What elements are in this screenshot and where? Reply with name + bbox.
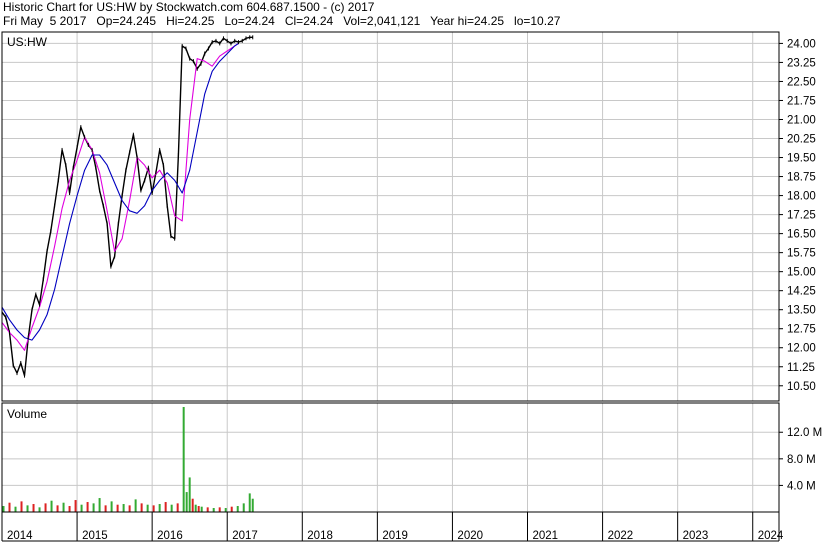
volume-bar <box>68 506 71 512</box>
y-tick-label: 17.25 <box>787 210 816 222</box>
volume-bar <box>140 503 143 512</box>
y-tick-label: 18.75 <box>787 172 816 184</box>
volume-bar <box>248 493 251 512</box>
volume-bar <box>44 503 47 512</box>
volume-bar <box>206 507 209 512</box>
x-tick-label: 2015 <box>82 530 108 542</box>
y-tick-label: 21.00 <box>787 114 816 126</box>
label-layer: 2014 2015 2016 2017 2018 2019 2020 2021 2022 2023… <box>7 35 822 542</box>
x-tick-label: 2018 <box>307 530 333 542</box>
volume-bar <box>92 503 95 512</box>
volume-bar <box>116 504 119 512</box>
volume-bar <box>152 505 155 512</box>
volume-bar <box>50 500 53 512</box>
y-tick-label: 12.00 <box>787 343 816 355</box>
y-tick-label: 15.75 <box>787 248 816 260</box>
x-tick-label: 2017 <box>232 530 258 542</box>
volume-bar <box>128 505 131 512</box>
y-tick-label: 10.50 <box>787 381 816 393</box>
y-tick-label: 23.25 <box>787 57 816 69</box>
y-tick-label: 13.50 <box>787 305 816 317</box>
x-tick-label: 2021 <box>533 530 559 542</box>
y-tick-label: 15.00 <box>787 267 816 279</box>
y-tick-label: 14.25 <box>787 286 816 298</box>
volume-tick-label: 4.0 M <box>787 480 816 492</box>
volume-bar <box>185 492 188 512</box>
volume-bar <box>2 506 5 512</box>
volume-bar <box>38 507 41 512</box>
y-tick-label: 22.50 <box>787 76 816 88</box>
volume-bar <box>104 505 107 512</box>
volume-bar <box>62 502 65 512</box>
volume-bar <box>230 506 233 512</box>
y-tick-label: 21.75 <box>787 95 816 107</box>
y-tick-label: 11.25 <box>787 362 815 374</box>
price-series <box>1 36 253 377</box>
volume-bar <box>197 506 200 512</box>
volume-bar <box>236 506 239 512</box>
volume-bar <box>170 504 173 512</box>
volume-title: Volume <box>7 407 47 421</box>
x-tick-label: 2014 <box>7 530 33 542</box>
volume-bar <box>146 504 149 512</box>
ticker-label: US:HW <box>7 35 48 49</box>
volume-bar <box>80 504 83 512</box>
volume-bar <box>224 508 227 512</box>
volume-bar <box>200 506 203 512</box>
volume-tick-label: 8.0 M <box>787 454 816 466</box>
y-tick-label: 12.75 <box>787 324 816 336</box>
y-tick-label: 24.00 <box>787 38 816 50</box>
stock-chart: 2014 2015 2016 2017 2018 2019 2020 2021 2022 2023… <box>1 31 822 542</box>
volume-bar <box>164 502 167 512</box>
volume-bar <box>218 507 221 512</box>
x-tick-label: 2020 <box>457 530 483 542</box>
volume-bar <box>134 499 137 512</box>
volume-bar <box>158 504 161 512</box>
volume-bar <box>86 502 89 512</box>
x-tick-label: 2016 <box>157 530 183 542</box>
volume-bar <box>251 498 254 512</box>
volume-panel-frame <box>1 402 780 513</box>
volume-bar <box>32 504 35 512</box>
volume-bar <box>56 505 59 512</box>
grid-layer <box>1 32 779 512</box>
volume-layer <box>2 406 254 512</box>
x-tick-label: 2022 <box>608 530 634 542</box>
volume-bar <box>191 498 194 512</box>
x-tick-label: 2024 <box>758 530 784 542</box>
volume-bar <box>242 503 245 512</box>
volume-bar <box>14 506 17 512</box>
volume-bar <box>74 500 77 512</box>
volume-bar <box>122 504 125 512</box>
volume-bar <box>110 501 113 512</box>
y-tick-label: 16.50 <box>787 229 816 241</box>
ma-long-series <box>1 42 239 341</box>
volume-tick-label: 12.0 M <box>787 427 822 439</box>
volume-bar <box>182 406 185 512</box>
y-tick-label: 19.50 <box>787 153 816 165</box>
volume-bar <box>188 477 191 512</box>
volume-bar <box>26 505 29 512</box>
volume-bar <box>20 501 23 512</box>
frame-layer <box>1 31 783 542</box>
price-panel-frame <box>1 31 780 402</box>
volume-bar <box>8 502 11 512</box>
volume-bar <box>194 504 197 512</box>
volume-bar <box>98 498 101 512</box>
volume-bar <box>176 503 179 512</box>
y-tick-label: 20.25 <box>787 134 816 146</box>
series-layer <box>1 35 254 378</box>
x-tick-label: 2023 <box>683 530 709 542</box>
x-tick-label: 2019 <box>382 530 408 542</box>
y-tick-label: 18.00 <box>787 191 816 203</box>
volume-bar <box>212 508 215 512</box>
